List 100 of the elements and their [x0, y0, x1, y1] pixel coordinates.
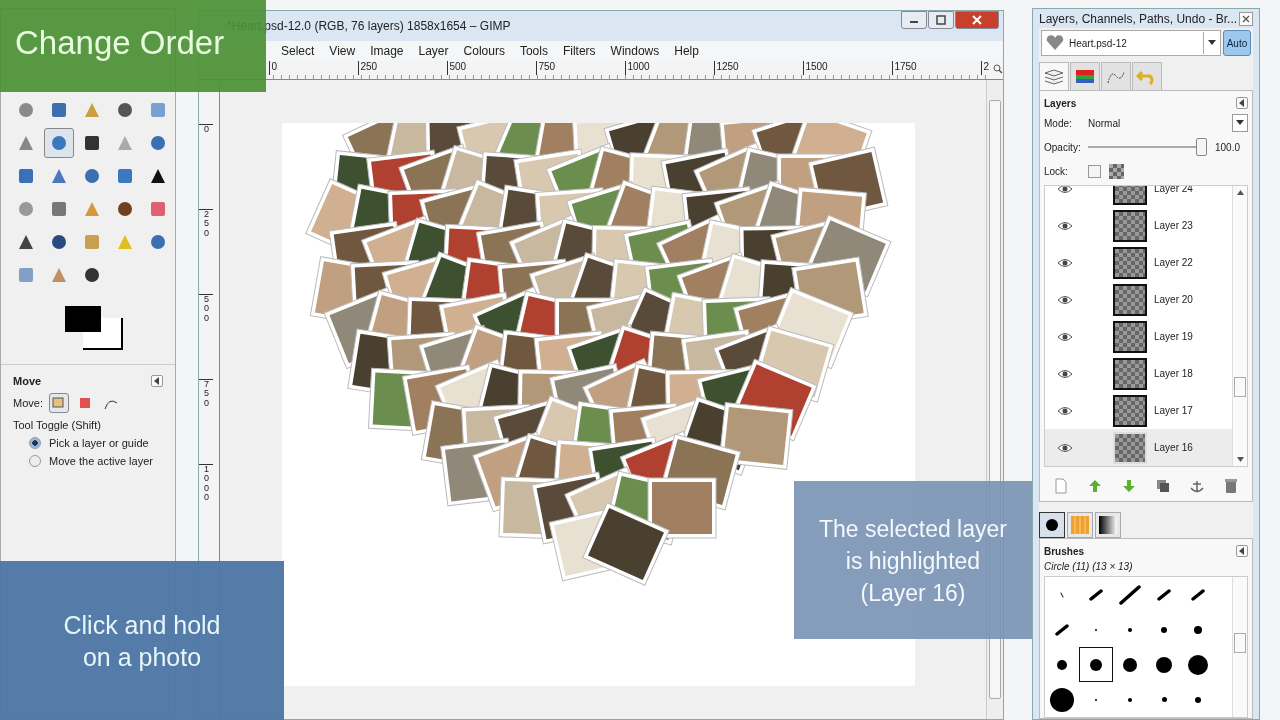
layer-row[interactable]: Layer 16 — [1045, 429, 1232, 466]
tool-icon — [115, 199, 135, 219]
menu-item[interactable]: Help — [674, 43, 699, 59]
brush-stroke-icon — [1060, 591, 1064, 598]
brush-dot-icon — [1056, 658, 1068, 671]
eye-icon[interactable] — [1057, 442, 1073, 453]
channels-icon — [1074, 67, 1096, 86]
eye-icon[interactable] — [1057, 220, 1073, 231]
layer-thumbnail — [1113, 283, 1147, 316]
maximize-icon — [936, 15, 946, 25]
brush-dot-icon — [1155, 655, 1173, 674]
close-icon — [1242, 14, 1250, 23]
layer-name: Layer 22 — [1154, 257, 1193, 268]
color-swatch-drawing[interactable] — [65, 306, 123, 350]
eye-icon[interactable] — [1057, 186, 1073, 194]
layer-thumbnail — [1113, 394, 1147, 427]
radio-button[interactable] — [29, 437, 41, 449]
radio-button[interactable] — [29, 455, 41, 467]
layer-action-button[interactable] — [1154, 477, 1172, 495]
lock-pixels-checkbox[interactable] — [1088, 164, 1101, 178]
tool-icon — [82, 133, 102, 153]
page-icon — [1054, 478, 1068, 494]
panel-title: Brushes — [1044, 545, 1084, 557]
triangle-left-icon — [1238, 99, 1246, 107]
eye-icon[interactable] — [1057, 368, 1073, 379]
layer-row[interactable]: Layer 22 — [1045, 244, 1232, 281]
layer-thumbnail — [1113, 431, 1147, 464]
tool-icon — [82, 265, 102, 285]
vertical-scrollbar[interactable] — [1232, 577, 1247, 717]
tool-icon — [148, 232, 168, 252]
tool-icon — [49, 100, 69, 120]
close-button[interactable] — [1239, 11, 1253, 26]
lock-alpha-checkbox[interactable] — [1109, 163, 1124, 179]
eye-icon[interactable] — [1057, 405, 1073, 416]
tool-icon — [49, 133, 69, 153]
ruler-label: 2 — [981, 61, 989, 75]
brush-dot-icon — [1122, 656, 1138, 673]
brush-dot-icon — [1187, 653, 1209, 676]
move-mode-button[interactable] — [48, 393, 69, 413]
scrollbar-thumb[interactable] — [1234, 633, 1246, 653]
layer-name: Layer 23 — [1154, 220, 1193, 231]
radio-option[interactable]: Pick a layer or guide — [13, 437, 163, 449]
caption-overlay: The selected layer is highlighted (Layer 16) — [794, 481, 1032, 639]
auto-button[interactable]: Auto — [1223, 30, 1251, 56]
scroll-down-arrow-icon — [1236, 457, 1244, 462]
option-label: Tool Toggle (Shift) — [13, 419, 102, 431]
layer-action-button[interactable] — [1222, 477, 1240, 495]
brush-dot-icon — [1160, 625, 1168, 634]
dock-tab[interactable] — [1039, 512, 1065, 538]
menu-item[interactable]: Filters — [562, 43, 596, 59]
brush-stroke-icon — [1191, 588, 1205, 601]
menu-item[interactable]: Image — [370, 43, 404, 59]
layers-icon — [1043, 67, 1065, 86]
menu-item[interactable]: View — [329, 43, 356, 59]
tool-icon — [82, 232, 102, 252]
duplicate-icon — [1156, 479, 1170, 493]
panel-menu-button[interactable] — [1236, 545, 1248, 557]
panel-menu-button[interactable] — [151, 375, 163, 387]
menu-item[interactable]: Windows — [610, 43, 660, 59]
ruler-label: 0 — [199, 124, 213, 209]
eye-icon[interactable] — [1057, 331, 1073, 342]
panel-menu-button[interactable] — [1236, 97, 1248, 109]
dock-tab[interactable] — [1095, 512, 1121, 538]
brush-dot-icon — [1127, 626, 1133, 633]
minimize-button[interactable] — [901, 11, 927, 29]
layer-icon — [51, 396, 66, 410]
menu-item[interactable]: Layer — [418, 43, 449, 59]
layer-row[interactable]: Layer 18 — [1045, 355, 1232, 392]
radio-option[interactable]: Move the active layer — [13, 455, 163, 467]
layer-row[interactable]: Layer 20 — [1045, 281, 1232, 318]
layer-row[interactable]: Layer 19 — [1045, 318, 1232, 355]
anchor-icon — [1190, 479, 1204, 493]
menu-item[interactable]: Select — [281, 43, 315, 59]
brush-item[interactable] — [1079, 647, 1113, 682]
eye-icon[interactable] — [1057, 294, 1073, 305]
search-icon — [993, 64, 1003, 74]
tool-icon — [16, 265, 36, 285]
vertical-scrollbar[interactable] — [1232, 186, 1247, 466]
maximize-button[interactable] — [928, 11, 954, 29]
eye-icon[interactable] — [1057, 257, 1073, 268]
layer-name: Layer 17 — [1154, 405, 1193, 416]
panel-title: Move — [13, 375, 42, 387]
close-button[interactable] — [955, 11, 999, 29]
slider-thumb[interactable] — [1195, 138, 1207, 156]
window-title: Layers, Channels, Paths, Undo - Br... — [1039, 11, 1238, 26]
image-selector[interactable]: Heart.psd-12 — [1041, 30, 1221, 56]
menu-item[interactable]: Colours — [463, 43, 505, 59]
layer-row[interactable]: Layer 23 — [1045, 207, 1232, 244]
menu-item[interactable]: Tools — [519, 43, 548, 59]
tool-icon — [148, 100, 168, 120]
ruler-label: 250 — [358, 61, 448, 75]
layer-row[interactable]: Layer 17 — [1045, 392, 1232, 429]
scrollbar-thumb[interactable] — [1234, 377, 1246, 397]
tool-icon — [49, 232, 69, 252]
mode-dropdown-button[interactable] — [1232, 114, 1248, 132]
brush-dot-icon — [1193, 624, 1203, 635]
triangle-left-icon — [153, 377, 161, 385]
layer-name: Layer 19 — [1154, 331, 1193, 342]
brush-dot-icon — [1160, 696, 1168, 703]
layer-name: Layer 16 — [1154, 442, 1193, 453]
